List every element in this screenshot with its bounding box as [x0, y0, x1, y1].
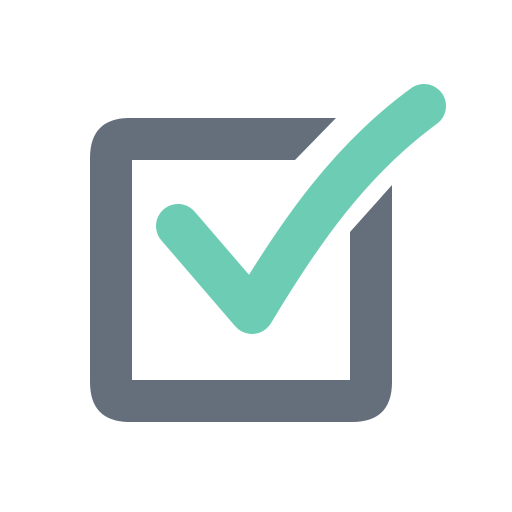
icon-canvas	[0, 0, 512, 512]
checked-checkbox-icon	[90, 84, 446, 422]
